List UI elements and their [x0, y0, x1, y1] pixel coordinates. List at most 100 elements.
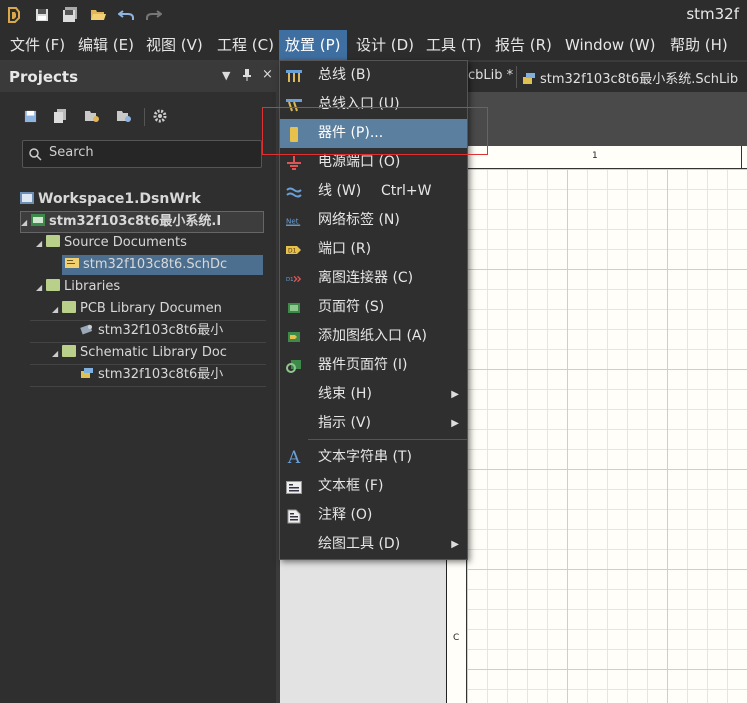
save-all-icon[interactable]: [60, 5, 80, 25]
ruler-label-top: 1: [592, 151, 598, 161]
menu-item-net-label[interactable]: Net 网络标签 (N): [280, 206, 467, 235]
schematic-library-icon: [80, 366, 94, 378]
search-placeholder: Search: [49, 145, 94, 160]
menu-view[interactable]: 视图 (V): [140, 30, 209, 60]
menu-item-power-port[interactable]: 电源端口 (O): [280, 148, 467, 177]
close-icon[interactable]: ×: [262, 67, 273, 82]
pin-icon[interactable]: [242, 69, 252, 84]
gear-icon[interactable]: [152, 108, 168, 124]
expand-arrow-icon[interactable]: ◢: [36, 278, 46, 298]
pcb-project-icon: [31, 213, 45, 226]
sheet-entry-icon: [286, 329, 302, 345]
shortcut-wire: Ctrl+W: [381, 183, 432, 199]
menu-tools[interactable]: 工具 (T): [420, 30, 488, 60]
menu-item-directives[interactable]: 指示 (V) ▶: [280, 409, 467, 438]
schematic-library-icon: [522, 70, 536, 89]
pcb-library-icon: [80, 322, 94, 335]
row-divider: [30, 386, 266, 387]
tab-pcblib[interactable]: cbLib *: [468, 68, 513, 83]
menu-item-harness[interactable]: 线束 (H) ▶: [280, 380, 467, 409]
menu-reports[interactable]: 报告 (R): [489, 30, 558, 60]
text-string-icon: A: [287, 447, 301, 468]
search-icon: [29, 146, 42, 165]
tree-item-pcb-library-documents[interactable]: ◢ PCB Library Documen: [52, 299, 222, 319]
sheet-symbol-icon: [286, 300, 302, 316]
tab-schlib[interactable]: stm32f103c8t6最小系统.SchLib: [540, 68, 738, 87]
menu-item-off-sheet-connector[interactable]: D1 离图连接器 (C): [280, 264, 467, 293]
menu-item-device-sheet-symbol[interactable]: 器件页面符 (I): [280, 351, 467, 380]
workspace-icon: [20, 190, 34, 204]
menu-item-bus-entry[interactable]: 总线入口 (U): [280, 90, 467, 119]
folder-icon: [46, 235, 60, 247]
bus-icon: [286, 68, 302, 84]
ruler-tick: [741, 146, 742, 168]
menu-edit[interactable]: 编辑 (E): [72, 30, 140, 60]
document-tabs: cbLib * stm32f103c8t6最小系统.SchLib: [446, 62, 747, 92]
ruler-label-left: C: [453, 633, 460, 643]
dropdown-arrow-icon[interactable]: ▼: [222, 69, 230, 82]
menu-place[interactable]: 放置 (P): [279, 30, 347, 60]
menu-separator: [308, 439, 467, 440]
menu-item-text-frame[interactable]: 文本框 (F): [280, 472, 467, 501]
app-logo-icon: [4, 5, 24, 25]
net-label-icon: Net: [286, 213, 302, 229]
device-sheet-symbol-icon: [286, 358, 302, 374]
menu-item-wire[interactable]: 线 (W) Ctrl+W: [280, 177, 467, 206]
tree-item-workspace[interactable]: Workspace1.DsnWrk: [20, 189, 201, 209]
submenu-arrow-icon: ▶: [451, 418, 459, 429]
tree-item-source-documents[interactable]: ◢ Source Documents: [36, 233, 187, 253]
save-icon[interactable]: [32, 5, 52, 25]
panel-header: Projects ▼ ×: [0, 62, 276, 92]
menu-bar: 文件 (F) 编辑 (E) 视图 (V) 工程 (C) 放置 (P) 设计 (D…: [0, 30, 747, 60]
sheet-grid-major: [467, 169, 747, 703]
undo-icon[interactable]: [116, 5, 136, 25]
svg-text:D1: D1: [288, 248, 297, 255]
menu-item-add-sheet-entry[interactable]: 添加图纸入口 (A): [280, 322, 467, 351]
menu-item-note[interactable]: 注释 (O): [280, 501, 467, 530]
toolbar-divider: [144, 108, 145, 126]
app-title: stm32f: [686, 5, 739, 23]
tree-item-project[interactable]: ◢ stm32f103c8t6最小系统.I: [20, 211, 264, 233]
off-sheet-connector-icon: D1: [286, 271, 302, 287]
menu-item-sheet-symbol[interactable]: 页面符 (S): [280, 293, 467, 322]
open-project-icon[interactable]: [84, 108, 100, 124]
menu-item-text-string[interactable]: A 文本字符串 (T): [280, 443, 467, 472]
tab-divider: [516, 66, 517, 88]
search-input[interactable]: Search: [22, 140, 262, 168]
bus-entry-icon: [286, 97, 302, 113]
port-icon: D1: [286, 242, 302, 258]
submenu-arrow-icon: ▶: [451, 539, 459, 550]
tree-item-schematic-library-documents[interactable]: ◢ Schematic Library Doc: [52, 343, 227, 363]
menu-file[interactable]: 文件 (F): [4, 30, 71, 60]
menu-item-bus[interactable]: 总线 (B): [280, 61, 467, 90]
tree-item-libraries[interactable]: ◢ Libraries: [36, 277, 120, 297]
menu-project[interactable]: 工程 (C): [211, 30, 280, 60]
menu-item-drawing-tools[interactable]: 绘图工具 (D) ▶: [280, 530, 467, 559]
project-options-icon[interactable]: [116, 108, 132, 124]
panel-toolbar: [0, 98, 276, 134]
menu-window[interactable]: Window (W): [559, 30, 661, 60]
menu-design[interactable]: 设计 (D): [350, 30, 420, 60]
menu-item-part[interactable]: 器件 (P)...: [280, 119, 467, 148]
expand-arrow-icon[interactable]: ◢: [52, 344, 62, 364]
tree-item-pcblib[interactable]: stm32f103c8t6最小: [80, 321, 223, 341]
redo-icon[interactable]: [144, 5, 164, 25]
expand-arrow-icon[interactable]: ◢: [36, 234, 46, 254]
menu-help[interactable]: 帮助 (H): [664, 30, 734, 60]
folder-icon: [62, 345, 76, 357]
document-toolbar: [446, 92, 747, 146]
svg-text:D1: D1: [286, 277, 294, 283]
place-menu-dropdown: 总线 (B) 总线入口 (U) 器件 (P)... 电源端口 (O) 线 (W)…: [279, 60, 468, 560]
svg-text:Net: Net: [286, 217, 299, 226]
save-icon[interactable]: [22, 108, 38, 124]
tree-item-schdoc[interactable]: stm32f103c8t6.SchDc: [62, 255, 263, 275]
submenu-arrow-icon: ▶: [451, 389, 459, 400]
copy-document-icon[interactable]: [52, 108, 68, 124]
open-folder-icon[interactable]: [88, 5, 108, 25]
expand-arrow-icon[interactable]: ◢: [21, 213, 31, 233]
menu-item-port[interactable]: D1 端口 (R): [280, 235, 467, 264]
schematic-doc-icon: [65, 256, 79, 268]
expand-arrow-icon[interactable]: ◢: [52, 300, 62, 320]
tree-item-schlib[interactable]: stm32f103c8t6最小: [80, 365, 223, 385]
projects-panel: Projects ▼ × Search Workspace1.DsnWrk ◢ …: [0, 62, 276, 703]
